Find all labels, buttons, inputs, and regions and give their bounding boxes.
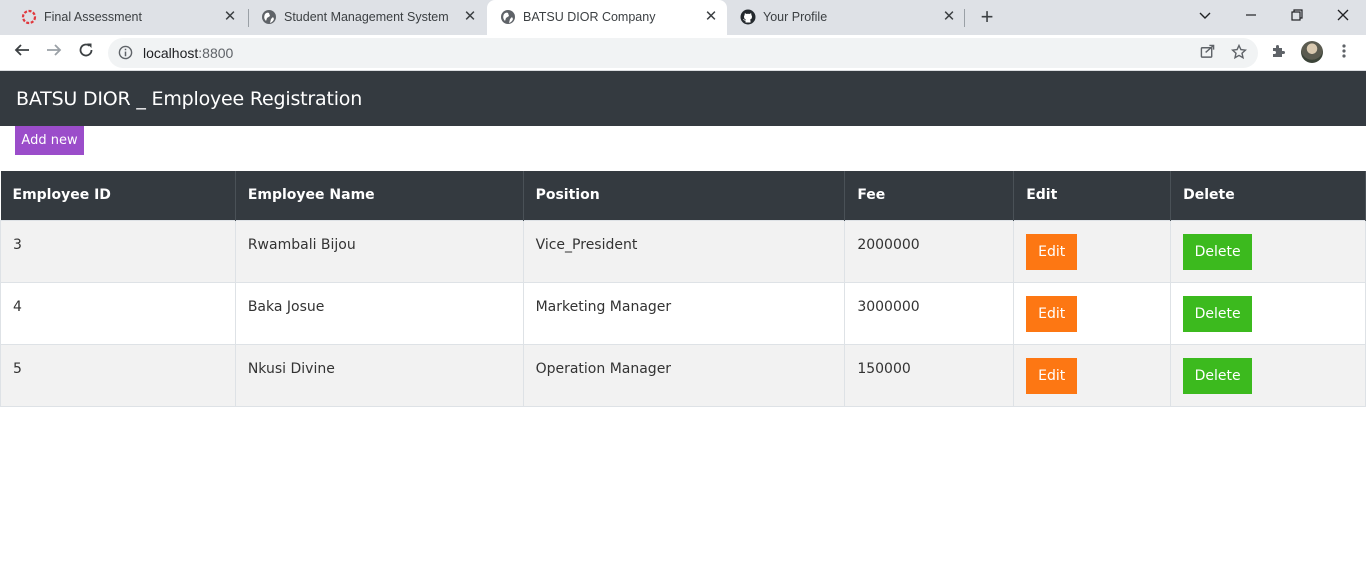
url-host: localhost	[143, 45, 199, 61]
tab-batsu-dior[interactable]: BATSU DIOR Company ✕	[487, 0, 727, 35]
globe-icon	[262, 10, 276, 24]
restore-icon[interactable]	[1283, 4, 1311, 28]
table-row: 3 Rwambali Bijou Vice_President 2000000 …	[0, 219, 1366, 283]
cell-employee-name: Baka Josue	[234, 281, 524, 345]
cell-employee-name: Nkusi Divine	[234, 343, 524, 407]
table-row: 4 Baka Josue Marketing Manager 3000000 E…	[0, 281, 1366, 345]
back-arrow-icon[interactable]	[10, 41, 34, 65]
tab-label: BATSU DIOR Company	[523, 10, 656, 24]
bookmark-star-icon[interactable]	[1230, 43, 1248, 62]
url-port: :8800	[198, 45, 234, 61]
extensions-puzzle-icon[interactable]	[1269, 43, 1289, 63]
tab-final-assessment[interactable]: Final Assessment ✕	[8, 0, 246, 35]
add-new-button[interactable]: Add new	[15, 126, 84, 155]
tab-separator	[964, 9, 965, 27]
delete-button[interactable]: Delete	[1183, 295, 1253, 332]
app-header: BATSU DIOR _ Employee Registration	[0, 71, 1366, 126]
close-icon[interactable]: ✕	[462, 9, 478, 25]
cell-employee-name: Rwambali Bijou	[234, 219, 524, 283]
github-icon	[740, 9, 756, 25]
cell-employee-id: 3	[0, 219, 236, 283]
cell-position: Vice_President	[522, 219, 846, 283]
cell-fee: 3000000	[844, 281, 1015, 345]
header-employee-name: Employee Name	[235, 171, 524, 220]
window-close-icon[interactable]	[1329, 4, 1357, 28]
edit-button[interactable]: Edit	[1026, 357, 1078, 394]
globe-icon	[501, 10, 515, 24]
tab-search-chevron-down-icon[interactable]	[1191, 4, 1219, 28]
forward-arrow-icon[interactable]	[42, 41, 66, 65]
close-icon[interactable]: ✕	[222, 9, 238, 25]
table-row: 5 Nkusi Divine Operation Manager 150000 …	[0, 343, 1366, 407]
cell-employee-id: 4	[0, 281, 236, 345]
employee-table: Employee ID Employee Name Position Fee E…	[0, 171, 1366, 407]
header-position: Position	[523, 171, 846, 220]
cell-position: Marketing Manager	[522, 281, 846, 345]
tab-label: Final Assessment	[44, 10, 142, 24]
table-header-row: Employee ID Employee Name Position Fee E…	[0, 171, 1366, 220]
cell-position: Operation Manager	[522, 343, 846, 407]
ring-favicon-icon	[21, 9, 37, 25]
close-icon[interactable]: ✕	[703, 9, 719, 25]
tab-label: Your Profile	[763, 10, 828, 24]
cell-edit: Edit	[1013, 219, 1172, 283]
minimize-icon[interactable]	[1237, 4, 1265, 28]
header-employee-id: Employee ID	[0, 171, 236, 220]
tab-label: Student Management System	[284, 10, 449, 24]
tab-your-profile[interactable]: Your Profile ✕	[727, 0, 965, 35]
browser-tab-strip: Final Assessment ✕ Student Management Sy…	[0, 0, 1366, 35]
url-text[interactable]: localhost:8800	[143, 45, 233, 61]
cell-edit: Edit	[1013, 343, 1172, 407]
new-tab-plus-icon[interactable]: +	[975, 6, 999, 30]
share-icon[interactable]	[1198, 44, 1216, 62]
delete-button[interactable]: Delete	[1183, 233, 1253, 270]
header-fee: Fee	[844, 171, 1015, 220]
kebab-menu-icon[interactable]	[1336, 43, 1352, 63]
cell-edit: Edit	[1013, 281, 1172, 345]
info-icon[interactable]	[118, 45, 133, 60]
cell-employee-id: 5	[0, 343, 236, 407]
cell-delete: Delete	[1170, 219, 1366, 283]
reload-icon[interactable]	[74, 41, 98, 65]
page-title: BATSU DIOR _ Employee Registration	[16, 88, 363, 110]
edit-button[interactable]: Edit	[1026, 295, 1078, 332]
tab-student-management[interactable]: Student Management System ✕	[248, 0, 486, 35]
header-delete: Delete	[1170, 171, 1366, 220]
cell-delete: Delete	[1170, 343, 1366, 407]
close-icon[interactable]: ✕	[941, 9, 957, 25]
cell-delete: Delete	[1170, 281, 1366, 345]
browser-toolbar: localhost:8800	[0, 35, 1366, 71]
cell-fee: 2000000	[844, 219, 1015, 283]
cell-fee: 150000	[844, 343, 1015, 407]
edit-button[interactable]: Edit	[1026, 233, 1078, 270]
delete-button[interactable]: Delete	[1183, 357, 1253, 394]
header-edit: Edit	[1013, 171, 1172, 220]
address-bar[interactable]: localhost:8800	[108, 38, 1258, 68]
profile-avatar[interactable]	[1301, 41, 1323, 63]
